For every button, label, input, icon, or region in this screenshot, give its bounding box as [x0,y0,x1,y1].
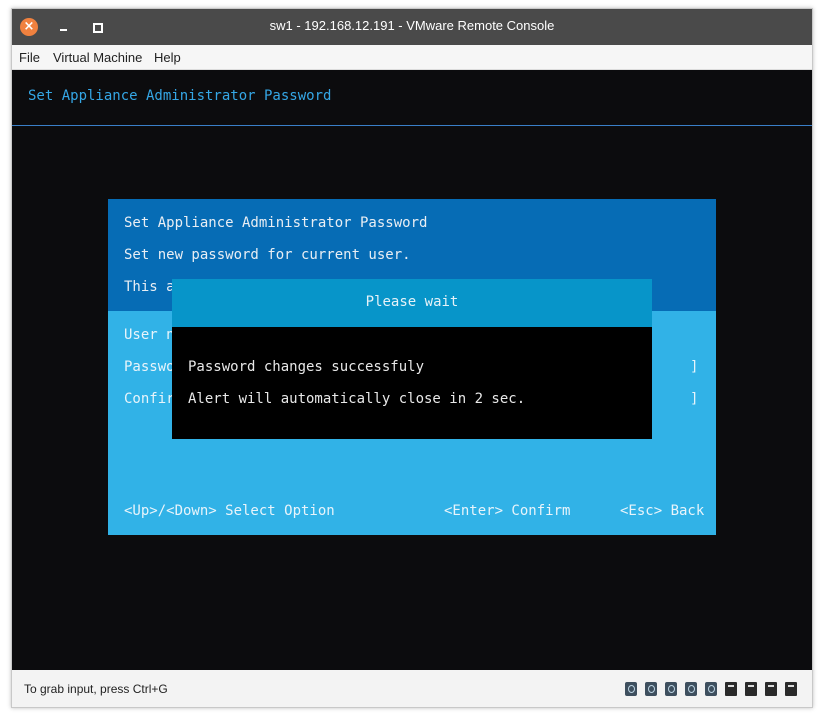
title-bar: × sw1 - 192.168.12.191 - VMware Remote C… [12,9,812,45]
usb-icon[interactable] [745,682,757,696]
confirm-password-label[interactable]: Confir [124,391,175,407]
menu-file[interactable]: File [19,50,40,65]
usb-icon[interactable] [725,682,737,696]
network-icon[interactable] [645,682,657,696]
alert-message-success: Password changes successfuly [188,359,425,375]
please-wait-alert: Please wait Password changes successfuly… [172,279,652,439]
alert-header: Please wait [172,279,652,327]
user-name-label: User n [124,327,175,343]
menu-virtual-machine[interactable]: Virtual Machine [53,50,142,65]
network-icon[interactable] [705,682,717,696]
console-header-title: Set Appliance Administrator Password [28,88,332,104]
console-header: Set Appliance Administrator Password [12,70,812,126]
status-bar: To grab input, press Ctrl+G [12,670,812,707]
footer-enter-confirm[interactable]: <Enter> Confirm [444,503,570,519]
usb-icon[interactable] [765,682,777,696]
footer-esc-back[interactable]: <Esc> Back [620,503,704,519]
network-icon[interactable] [625,682,637,696]
vmrc-window: × sw1 - 192.168.12.191 - VMware Remote C… [11,8,813,708]
usb-icon[interactable] [785,682,797,696]
menu-help[interactable]: Help [154,50,181,65]
password-label[interactable]: Passwo [124,359,175,375]
dialog-note-partial: This a [124,279,175,295]
password-field-bracket: ] [690,359,699,375]
network-icon[interactable] [685,682,697,696]
vm-console-screen[interactable]: Set Appliance Administrator Password Set… [12,70,812,670]
alert-title: Please wait [365,294,459,310]
footer-select-option: <Up>/<Down> Select Option [124,503,335,519]
dialog-title: Set Appliance Administrator Password [124,215,428,231]
window-title: sw1 - 192.168.12.191 - VMware Remote Con… [269,18,555,33]
confirm-field-bracket: ] [690,391,699,407]
grab-input-hint: To grab input, press Ctrl+G [24,682,168,696]
dialog-description: Set new password for current user. [124,247,411,263]
network-icon[interactable] [665,682,677,696]
menu-bar: File Virtual Machine Help [12,45,812,70]
alert-message-countdown: Alert will automatically close in 2 sec. [188,391,526,407]
